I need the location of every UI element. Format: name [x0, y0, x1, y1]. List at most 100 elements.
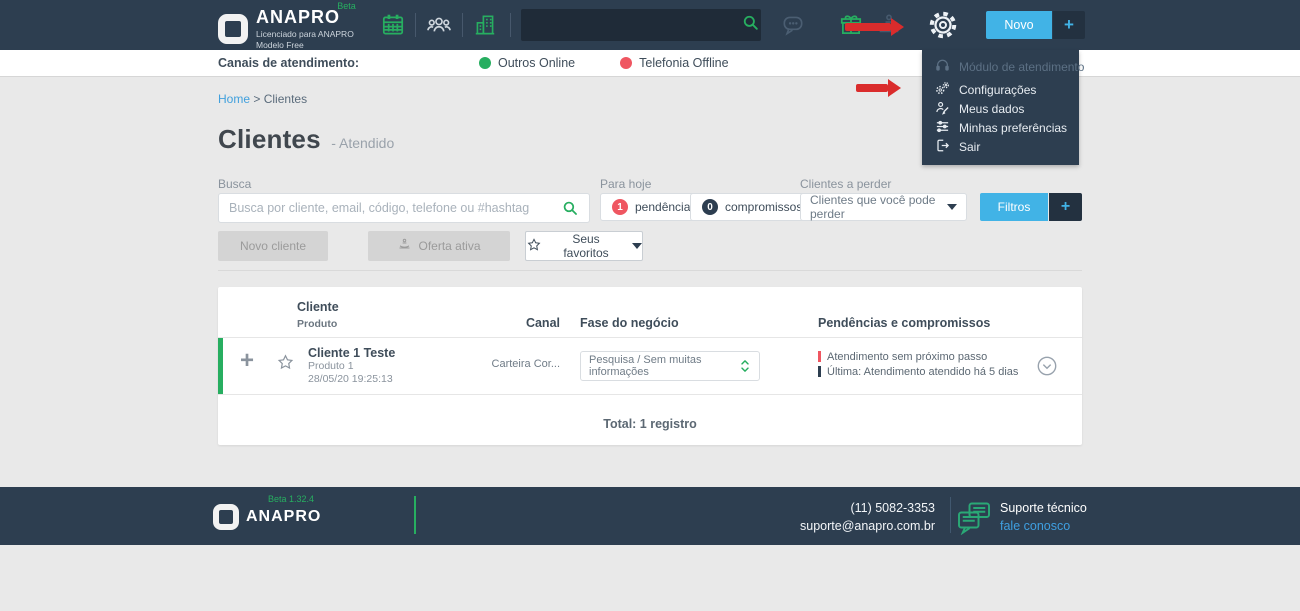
page-title-block: Clientes - Atendido [218, 124, 394, 155]
nav-divider [415, 13, 416, 37]
breadcrumb-current: Clientes [263, 92, 308, 106]
top-navbar: Beta ANAPRO Licenciado para ANAPRO Model… [0, 0, 1300, 50]
row-divider [218, 394, 1082, 395]
users-icon[interactable] [424, 10, 454, 40]
menu-item-modulo-atendimento: Módulo de atendimento [922, 57, 1084, 76]
client-search-input[interactable] [219, 201, 561, 215]
col-header-fase: Fase do negócio [580, 316, 679, 330]
row-status-bar [218, 338, 223, 394]
building-icon[interactable] [470, 10, 500, 40]
license-line-1: Licenciado para ANAPRO [256, 29, 354, 39]
pendencia-item: Última: Atendimento atendido há 5 dias [818, 364, 1018, 379]
channel-outros: Outros Online [479, 56, 575, 70]
breadcrumb-home-link[interactable]: Home [218, 92, 250, 106]
client-canal: Carteira Cor... [491, 358, 560, 370]
offer-hand-icon [397, 237, 412, 255]
footer-support: Suporte técnico fale conosco [1000, 499, 1087, 535]
support-email: suporte@anapro.com.br [800, 519, 935, 533]
breadcrumb: Home > Clientes [218, 92, 307, 106]
seus-favoritos-button[interactable]: Seus favoritos [525, 231, 643, 261]
compromissos-badge[interactable]: 0 compromissos [690, 193, 815, 221]
client-search-box [218, 193, 590, 223]
footer: Beta 1.32.4 ANAPRO (11) 5082-3353 suport… [0, 487, 1300, 545]
oferta-ativa-button: Oferta ativa [368, 231, 510, 261]
sliders-icon [935, 119, 950, 137]
client-name: Cliente 1 Teste [308, 346, 396, 360]
menu-item-minhas-preferencias[interactable]: Minhas preferências [922, 118, 1079, 137]
footer-divider [950, 497, 951, 533]
para-hoje-label: Para hoje [600, 177, 652, 191]
footer-green-divider [414, 496, 416, 534]
annotation-arrow-configuracoes [856, 79, 901, 97]
support-title: Suporte técnico [1000, 501, 1087, 515]
online-status-dot [479, 57, 491, 69]
novo-plus-button[interactable]: + [1053, 11, 1085, 39]
user-edit-icon [935, 100, 950, 118]
page-title: Clientes [218, 124, 321, 154]
row-client-info: Cliente 1 Teste Produto 1 28/05/20 19:25… [308, 346, 395, 386]
offline-status-dot [620, 57, 633, 69]
filtros-button[interactable]: Filtros [980, 193, 1048, 221]
anapro-logo-icon [218, 13, 248, 44]
filtros-plus-button[interactable]: + [1049, 193, 1082, 221]
novo-button[interactable]: Novo [986, 11, 1052, 39]
client-product: Produto 1 [308, 360, 354, 372]
gears-icon [935, 81, 950, 99]
page-subtitle: - Atendido [331, 135, 395, 151]
menu-item-configuracoes[interactable]: Configurações [922, 80, 1079, 99]
channels-label: Canais de atendimento: [218, 56, 359, 70]
beta-tag: Beta [337, 1, 356, 11]
breadcrumb-separator: > [253, 92, 261, 106]
headset-icon [935, 58, 950, 76]
col-header-canal: Canal [525, 316, 560, 330]
chevron-down-icon [947, 204, 957, 210]
search-icon[interactable] [561, 199, 580, 218]
annotation-arrow-gear [845, 18, 904, 36]
clientes-a-perder-select[interactable]: Clientes que você pode perder [800, 193, 967, 221]
footer-contact: (11) 5082-3353 suporte@anapro.com.br [785, 499, 935, 535]
col-header-pendencias: Pendências e compromissos [818, 316, 991, 330]
license-line-2: Modelo Free [256, 40, 304, 50]
client-pendencias: Atendimento sem próximo passo Última: At… [818, 349, 1018, 379]
anapro-logo-icon [213, 504, 239, 530]
table-total: Total: 1 registro [603, 417, 697, 431]
client-datetime: 28/05/20 19:25:13 [308, 373, 393, 385]
footer-brand-name: ANAPRO [246, 508, 322, 525]
section-divider [218, 270, 1082, 271]
support-chat-icon [956, 499, 992, 540]
compromissos-count: 0 [702, 199, 718, 215]
global-search-input[interactable] [521, 18, 741, 32]
pendencia-color-bar [818, 366, 821, 377]
footer-logo: ANAPRO [213, 504, 321, 530]
table-header-divider [218, 337, 1082, 338]
sort-chevrons-icon [739, 358, 751, 374]
settings-dropdown-menu: Módulo de atendimento Configurações Meus… [922, 50, 1084, 165]
menu-item-meus-dados[interactable]: Meus dados [922, 99, 1079, 118]
col-header-cliente: Cliente [297, 300, 339, 314]
clientes-a-perder-label: Clientes a perder [800, 177, 892, 191]
logout-icon [935, 138, 950, 156]
footer-version: Beta 1.32.4 [268, 494, 315, 504]
search-icon[interactable] [741, 13, 761, 38]
fase-negocio-select[interactable]: Pesquisa / Sem muitas informações [580, 351, 760, 381]
fale-conosco-link[interactable]: fale conosco [1000, 517, 1087, 535]
calendar-icon[interactable] [378, 10, 408, 40]
pendencia-item: Atendimento sem próximo passo [818, 349, 1018, 364]
pendencia-color-bar [818, 351, 821, 362]
pendencias-count: 1 [612, 199, 628, 215]
channels-status-bar: Canais de atendimento: Outros Online Tel… [0, 50, 1300, 77]
channel-telefonia: Telefonia Offline [620, 56, 729, 70]
busca-label: Busca [218, 177, 252, 191]
global-search [521, 9, 761, 41]
row-expand-button[interactable] [1036, 355, 1058, 377]
app-screen: Beta ANAPRO Licenciado para ANAPRO Model… [0, 0, 1300, 611]
row-add-button[interactable]: + [240, 349, 254, 373]
menu-item-sair[interactable]: Sair [922, 137, 1079, 156]
star-icon [526, 237, 542, 256]
brand-logo[interactable]: Beta ANAPRO Licenciado para ANAPRO Model… [218, 1, 356, 50]
row-favorite-star-icon[interactable] [276, 353, 295, 372]
gear-icon[interactable] [928, 10, 958, 40]
chat-icon[interactable] [778, 10, 808, 40]
clients-table: Cliente Produto Canal Fase do negócio Pe… [218, 287, 1082, 445]
novo-cliente-button: Novo cliente [218, 231, 328, 261]
